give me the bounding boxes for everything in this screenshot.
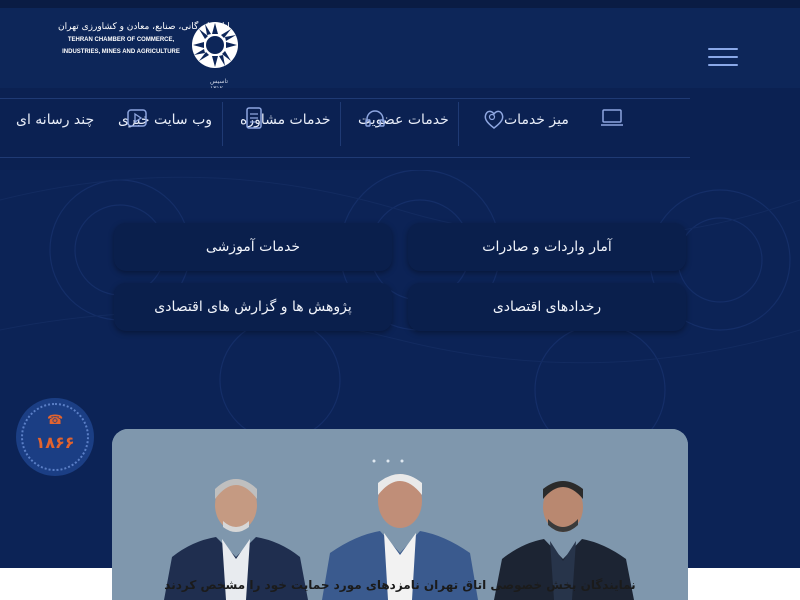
card-label: آمار واردات و صادرات bbox=[482, 239, 612, 255]
headset-icon bbox=[365, 110, 385, 127]
logo-english-line-1: TEHRAN CHAMBER OF COMMERCE, bbox=[67, 37, 175, 43]
nav-item-label: چند رسانه ای bbox=[16, 112, 95, 128]
nav-separator bbox=[458, 102, 459, 146]
nav-separator bbox=[340, 102, 341, 146]
nav-separator bbox=[222, 102, 223, 146]
hamburger-menu-button[interactable] bbox=[708, 48, 738, 68]
top-strip bbox=[0, 0, 800, 8]
chamber-emblem-icon bbox=[192, 22, 238, 68]
card-economic-events[interactable]: رخدادهای اقتصادی bbox=[408, 283, 686, 331]
laptop-icon bbox=[601, 109, 623, 126]
tehran-chamber-logo[interactable]: اتاق بازرگانی، صنایع، معادن و کشاورزی ته… bbox=[58, 18, 242, 92]
logo-text: اتاق بازرگانی، صنایع، معادن و کشاورزی ته… bbox=[58, 22, 230, 56]
hamburger-icon bbox=[708, 48, 738, 50]
services-nav: میز خدمات خدمات عضویت خدمات مشاوره وب سا… bbox=[0, 88, 800, 170]
card-import-export-stats[interactable]: آمار واردات و صادرات bbox=[408, 223, 686, 271]
document-icon bbox=[246, 107, 262, 129]
play-icon bbox=[127, 109, 147, 127]
card-economic-research-reports[interactable]: پژوهش ها و گزارش های اقتصادی bbox=[114, 283, 392, 331]
nav-strip bbox=[0, 98, 690, 158]
call-center-badge[interactable]: ☎ ۱۸۶۶ bbox=[16, 398, 94, 476]
nav-item-service-desk[interactable]: میز خدمات bbox=[504, 112, 569, 128]
logo-english-line-2: INDUSTRIES, MINES AND AGRICULTURE bbox=[62, 49, 180, 55]
nav-item-label: میز خدمات bbox=[504, 112, 569, 128]
phone-icon: ☎ bbox=[47, 413, 64, 428]
news-image bbox=[112, 429, 688, 600]
card-educational-services[interactable]: خدمات آموزشی bbox=[114, 223, 392, 271]
card-label: پژوهش ها و گزارش های اقتصادی bbox=[154, 299, 352, 315]
nav-item-multimedia[interactable]: چند رسانه ای bbox=[16, 112, 94, 128]
call-center-number: ۱۸۶۶ bbox=[35, 433, 75, 452]
news-slider[interactable]: نمایندگان بخش خصوصی اتاق تهران نامزدهای … bbox=[112, 429, 688, 600]
card-label: خدمات آموزشی bbox=[205, 239, 301, 255]
logo-persian-text: اتاق بازرگانی، صنایع، معادن و کشاورزی ته… bbox=[58, 22, 230, 32]
news-caption: نمایندگان بخش خصوصی اتاق تهران نامزدهای … bbox=[164, 578, 636, 592]
site-header: اتاق بازرگانی، صنایع، معادن و کشاورزی ته… bbox=[0, 8, 800, 92]
user-heart-icon bbox=[484, 110, 504, 129]
card-label: رخدادهای اقتصادی bbox=[492, 299, 602, 315]
